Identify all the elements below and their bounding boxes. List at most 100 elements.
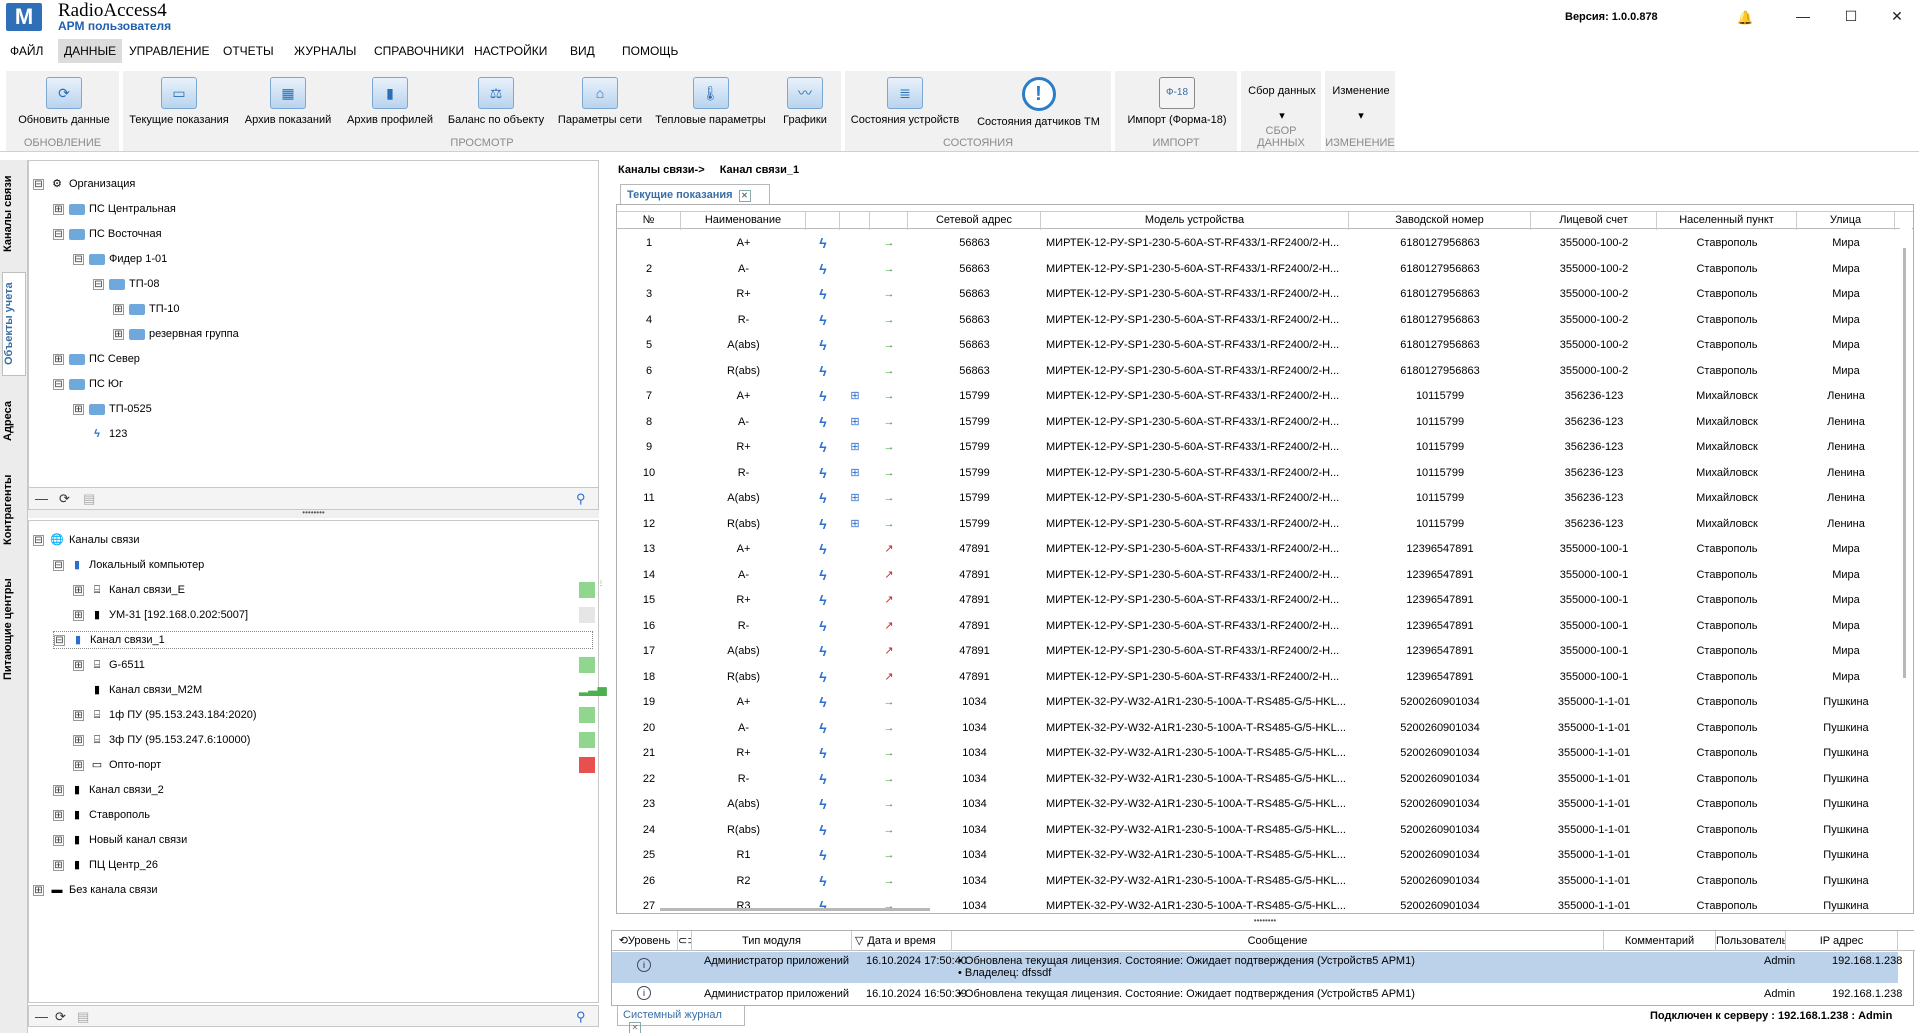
collapse-toggle[interactable]: ⊟: [33, 534, 44, 546]
breadcrumb-root[interactable]: Каналы связи->: [618, 164, 705, 176]
table-row[interactable]: 15 R+ ϟ ↗ 47891 МИРТЕК-12-РУ-SP1-230-5-60А-ST…: [617, 588, 1895, 613]
notification-bell-icon[interactable]: 🔔: [1737, 10, 1753, 26]
expand-toggle[interactable]: ⊞: [73, 759, 84, 771]
table-row[interactable]: 12 R(abs) ϟ ⊞ → 15799 МИРТЕК-12-РУ-SP1-230-5-6…: [617, 512, 1895, 537]
link-icon[interactable]: ⊂⊃: [678, 931, 692, 951]
expand-toggle[interactable]: ⊞: [53, 353, 64, 365]
table-row[interactable]: 11 A(abs) ϟ ⊞ → 15799 МИРТЕК-12-РУ-SP1-230-5-6…: [617, 486, 1895, 511]
log-col-level[interactable]: ⟲Уровень: [612, 931, 678, 951]
grid-col-header[interactable]: Улица: [1797, 212, 1895, 230]
tree-node[interactable]: ⊞ ▮ Ставрополь: [53, 806, 150, 824]
table-row[interactable]: 17 A(abs) ϟ ↗ 47891 МИРТЕК-12-РУ-SP1-230-5-60…: [617, 639, 1895, 664]
expand-toggle[interactable]: ⊞: [53, 859, 64, 871]
menu-view[interactable]: ВИД: [570, 44, 595, 58]
table-row[interactable]: 21 R+ ϟ → 1034 МИРТЕК-32-РУ-W32-A1R1-230-5-10…: [617, 741, 1895, 766]
tab-system-log[interactable]: Системный журнал✕: [617, 1006, 745, 1033]
expand-toggle[interactable]: ⊞: [73, 609, 84, 621]
sensor-states-button[interactable]: ! Состояния датчиков ТМ: [971, 77, 1106, 128]
table-row[interactable]: 5 A(abs) ϟ → 56863 МИРТЕК-12-РУ-SP1-230-5-60А…: [617, 333, 1895, 358]
tree-node[interactable]: ⊞ ▮ Новый канал связи: [53, 831, 187, 849]
expand-toggle[interactable]: ⊞: [113, 328, 124, 340]
minimize-button[interactable]: —: [1788, 4, 1818, 28]
log-col-comment[interactable]: Комментарий: [1604, 931, 1716, 951]
refresh-icon[interactable]: ⟳: [59, 491, 70, 507]
grid-col-header[interactable]: Лицевой счет: [1531, 212, 1657, 230]
collapse-all-icon[interactable]: —: [35, 1009, 48, 1024]
menu-journals[interactable]: ЖУРНАЛЫ: [294, 44, 356, 58]
grid-col-header[interactable]: Сетевой адрес: [908, 212, 1041, 230]
grid-col-header[interactable]: Наименование: [681, 212, 806, 230]
collapse-toggle[interactable]: ⊟: [33, 178, 44, 190]
import-form18-button[interactable]: Ф-18 Импорт (Форма-18): [1121, 77, 1233, 126]
tree-node[interactable]: ϟ 123: [89, 425, 127, 443]
menu-settings[interactable]: НАСТРОЙКИ: [474, 44, 547, 58]
tree-node[interactable]: ⊟ 🌐 Каналы связи: [33, 531, 139, 549]
expand-toggle[interactable]: ⊞: [53, 809, 64, 821]
change-dropdown[interactable]: Изменение ▾: [1325, 85, 1397, 122]
object-balance-button[interactable]: ⚖ Баланс по объекту: [446, 77, 546, 126]
tab-addresses[interactable]: Адреса: [2, 386, 26, 456]
table-row[interactable]: 18 R(abs) ϟ ↗ 47891 МИРТЕК-12-РУ-SP1-230-5-60…: [617, 665, 1895, 690]
log-col-module[interactable]: Тип модуля: [692, 931, 852, 951]
table-row[interactable]: 10 R-ϟ ⊞ → 15799 МИРТЕК-12-РУ-SP1-230-5-60А-S…: [617, 461, 1895, 486]
tree-node[interactable]: ⊟ ПС Восточная: [53, 225, 162, 243]
grid-col-header[interactable]: [870, 212, 908, 230]
search-icon[interactable]: ⚲: [576, 1009, 586, 1025]
table-row[interactable]: 27 R3 ϟ → 1034 МИРТЕК-32-РУ-W32-A1R1-230-5-10…: [617, 894, 1895, 913]
tree-node[interactable]: ⊟ ТП-08: [93, 275, 160, 293]
table-row[interactable]: 20 A-ϟ → 1034 МИРТЕК-32-РУ-W32-A1R1-230-5-10…: [617, 716, 1895, 741]
table-row[interactable]: 22 R-ϟ → 1034 МИРТЕК-32-РУ-W32-A1R1-230-5-10…: [617, 767, 1895, 792]
table-row[interactable]: 24 R(abs) ϟ → 1034 МИРТЕК-32-РУ-W32-A1R1-230-…: [617, 818, 1895, 843]
table-row[interactable]: 9 R+ ϟ ⊞ → 15799 МИРТЕК-12-РУ-SP1-230-5-60А-ST…: [617, 435, 1895, 460]
grid-col-header[interactable]: Модель устройства: [1041, 212, 1349, 230]
maximize-button[interactable]: ☐: [1836, 4, 1866, 28]
close-tab-icon[interactable]: ✕: [738, 190, 751, 202]
expand-toggle[interactable]: ⊞: [53, 784, 64, 796]
tree-node[interactable]: ⊞ ▮ ПЦ Центр_26: [53, 856, 158, 874]
tree-node-selected[interactable]: ⊟ ▮ Канал связи_1: [53, 631, 593, 649]
readings-archive-button[interactable]: ▦ Архив показаний: [242, 77, 334, 126]
tab-channels[interactable]: Каналы связи: [2, 164, 26, 264]
table-row[interactable]: 1 A+ ϟ → 56863 МИРТЕК-12-РУ-SP1-230-5-60А-ST-…: [617, 231, 1895, 256]
table-row[interactable]: 16 R-ϟ ↗ 47891 МИРТЕК-12-РУ-SP1-230-5-60А-ST…: [617, 614, 1895, 639]
tree-node[interactable]: ⊟ ПС Юг: [53, 375, 123, 393]
tree-node[interactable]: ⊟ Фидер 1-01: [73, 250, 167, 268]
close-tab-icon[interactable]: ✕: [629, 1022, 641, 1033]
menu-file[interactable]: ФАЙЛ: [10, 44, 43, 58]
expand-toggle[interactable]: ⊞: [53, 834, 64, 846]
log-col-message[interactable]: Сообщение: [952, 931, 1604, 951]
table-row[interactable]: 23 A(abs) ϟ → 1034 МИРТЕК-32-РУ-W32-A1R1-230-…: [617, 792, 1895, 817]
table-row[interactable]: 19 A+ ϟ → 1034 МИРТЕК-32-РУ-W32-A1R1-230-5-10…: [617, 690, 1895, 715]
expand-toggle[interactable]: ⊞: [73, 734, 84, 746]
grid-col-header[interactable]: Населенный пункт: [1657, 212, 1797, 230]
tab-contractors[interactable]: Контрагенты: [2, 460, 26, 560]
grid-horizontal-scroll-thumb[interactable]: [660, 908, 930, 911]
menu-control[interactable]: УПРАВЛЕНИЕ: [129, 44, 210, 58]
tree-node[interactable]: ⊞ ▮ УМ-31 [192.168.0.202:5007]: [73, 606, 248, 624]
current-readings-button[interactable]: ▭ Текущие показания: [127, 77, 231, 126]
expand-toggle[interactable]: ⊞: [113, 303, 124, 315]
tab-current-readings[interactable]: Текущие показания ✕: [620, 184, 770, 204]
log-col-user[interactable]: Пользователь: [1716, 931, 1786, 951]
grid-vertical-scrollbar[interactable]: [1900, 228, 1912, 912]
tree-node[interactable]: ⊞ ▭ Опто-порт: [73, 756, 161, 774]
charts-button[interactable]: 〰 Графики: [775, 77, 835, 126]
table-row[interactable]: 13 A+ ϟ ↗ 47891 МИРТЕК-12-РУ-SP1-230-5-60А-ST…: [617, 537, 1895, 562]
table-row[interactable]: 2 A-ϟ → 56863 МИРТЕК-12-РУ-SP1-230-5-60А-ST-…: [617, 257, 1895, 282]
tab-accounting-objects[interactable]: Объекты учета: [2, 272, 26, 376]
device-states-button[interactable]: ≣ Состояния устройств: [849, 77, 961, 126]
tree-node[interactable]: ⊞ ▬ Без канала связи: [33, 881, 158, 899]
tree-node[interactable]: ⊞ ⌸ G-6511: [73, 656, 145, 674]
table-row[interactable]: 6 R(abs) ϟ → 56863 МИРТЕК-12-РУ-SP1-230-5-60А…: [617, 359, 1895, 384]
tree-node[interactable]: ⊟ ▮ Локальный компьютер: [53, 556, 204, 574]
close-button[interactable]: ✕: [1882, 4, 1912, 28]
table-row[interactable]: 7 A+ ϟ ⊞ → 15799 МИРТЕК-12-РУ-SP1-230-5-60А-ST…: [617, 384, 1895, 409]
menu-references[interactable]: СПРАВОЧНИКИ: [374, 44, 464, 58]
table-row[interactable]: 26 R2 ϟ → 1034 МИРТЕК-32-РУ-W32-A1R1-230-5-10…: [617, 869, 1895, 894]
collapse-all-icon[interactable]: —: [35, 491, 48, 506]
collapse-toggle[interactable]: ⊟: [53, 378, 64, 390]
collapse-toggle[interactable]: ⊟: [54, 634, 65, 646]
paste-icon[interactable]: ▤: [83, 491, 95, 507]
log-col-ip[interactable]: IP адрес: [1786, 931, 1898, 951]
grid-col-header[interactable]: [840, 212, 870, 230]
